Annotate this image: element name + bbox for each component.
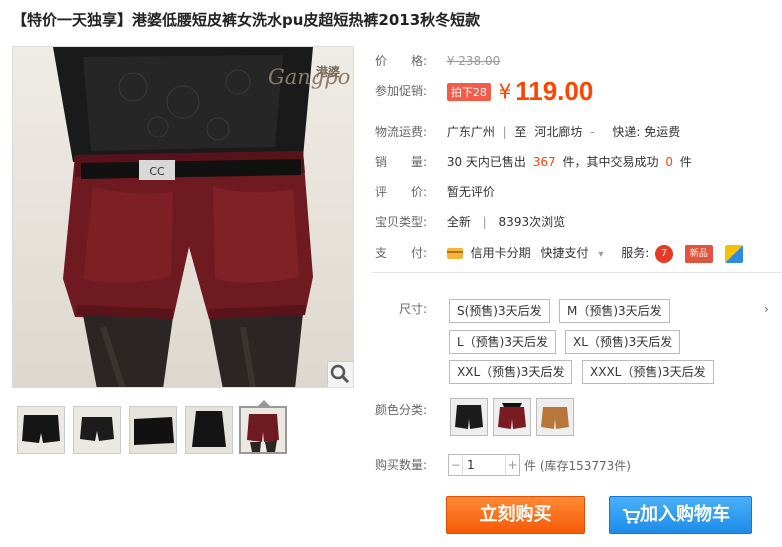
- credit-installment-link[interactable]: 信用卡分期: [471, 246, 531, 260]
- buy-now-button[interactable]: 立刻购买: [446, 496, 585, 534]
- ship-to-selector[interactable]: 河北廊坊: [534, 125, 582, 139]
- price-row: 价 格: ¥ 238.00: [375, 52, 500, 69]
- thumbnail-3[interactable]: [129, 406, 177, 454]
- sales-mid: 件，其中交易成功: [562, 155, 659, 169]
- size-option-m[interactable]: M（预售)3天后发: [559, 299, 670, 323]
- brand-name-cn: 港婆: [316, 65, 341, 79]
- ship-to-caret-icon[interactable]: -: [590, 125, 594, 139]
- payment-row: 支 付: 信用卡分期 快捷支付 ▾ 服务: 7 新品: [375, 244, 743, 263]
- credit-card-icon: [446, 248, 463, 259]
- ship-to-prefix: 至: [514, 125, 527, 139]
- sales-prefix: 30 天内已售出: [446, 155, 526, 169]
- guarantee-icon[interactable]: [724, 244, 743, 263]
- type-row: 宝贝类型: 全新 | 8393次浏览: [375, 213, 565, 230]
- thumbnail-1[interactable]: [17, 406, 65, 454]
- quantity-stepper: − +: [448, 454, 520, 476]
- ship-from: 广东广州: [446, 125, 495, 139]
- size-option-s[interactable]: S(预售)3天后发: [449, 299, 550, 323]
- currency-symbol: ¥: [498, 79, 512, 104]
- sales-row: 销 量: 30 天内已售出 367 件，其中交易成功 0 件: [375, 153, 692, 170]
- sales-suffix: 件: [679, 155, 692, 169]
- size-option-l[interactable]: L（预售)3天后发: [449, 330, 557, 354]
- thumbnail-2[interactable]: [73, 406, 121, 454]
- quantity-increase-button[interactable]: +: [505, 455, 519, 475]
- size-option-xxxl[interactable]: XXXL（预售)3天后发: [582, 360, 714, 384]
- main-product-image[interactable]: CC Gangpo 港婆: [12, 46, 354, 388]
- sold-count: 367: [532, 155, 556, 169]
- promo-badge: 拍下28: [446, 82, 491, 101]
- shipping-fee: 快递: 免运费: [612, 125, 681, 139]
- logistics-label: 物流运费:: [375, 125, 428, 139]
- quantity-label: 购买数量:: [375, 458, 428, 472]
- shopping-cart-icon: [623, 509, 640, 524]
- logistics-separator: |: [502, 125, 507, 139]
- original-price: ¥ 238.00: [446, 54, 501, 68]
- stock-info: 件 (库存153773件): [524, 459, 631, 473]
- color-label: 颜色分类:: [375, 403, 428, 417]
- magnifier-icon: [330, 364, 350, 384]
- color-swatch-wine-red[interactable]: [493, 398, 531, 436]
- sales-label: 销 量:: [375, 155, 428, 169]
- quick-pay-link[interactable]: 快捷支付: [541, 246, 589, 260]
- thumbnail-5-selected[interactable]: [239, 406, 287, 454]
- size-label: 尺寸:: [399, 302, 428, 316]
- success-count: 0: [665, 155, 673, 169]
- color-swatch-camel[interactable]: [536, 398, 574, 436]
- color-swatch-black[interactable]: [450, 398, 488, 436]
- section-divider: [372, 272, 782, 273]
- reviews-value: 暂无评价: [446, 185, 495, 199]
- promo-row: 参加促销: 拍下28 ¥ 119.00: [375, 76, 593, 107]
- add-to-cart-button[interactable]: 加入购物车: [609, 496, 752, 534]
- svg-text:CC: CC: [149, 165, 165, 178]
- promo-price: 119.00: [515, 76, 594, 106]
- view-count: 8393次浏览: [498, 215, 566, 229]
- promo-label: 参加促销:: [375, 84, 428, 98]
- service-label: 服务:: [621, 246, 650, 260]
- payment-label: 支 付:: [375, 246, 428, 260]
- seven-day-return-icon[interactable]: 7: [655, 244, 674, 263]
- quantity-input[interactable]: [465, 456, 505, 474]
- reviews-row: 评 价: 暂无评价: [375, 183, 495, 200]
- logistics-row: 物流运费: 广东广州 | 至 河北廊坊 - 快递: 免运费: [375, 123, 680, 140]
- size-option-xl[interactable]: XL（预售)3天后发: [565, 330, 681, 354]
- condition: 全新: [446, 215, 471, 229]
- quantity-decrease-button[interactable]: −: [449, 455, 463, 475]
- product-title: 【特价一天独享】港婆低腰短皮裤女洗水pu皮超短热裤2013秋冬短款: [12, 11, 481, 29]
- reviews-label: 评 价:: [375, 185, 428, 199]
- size-option-xxl[interactable]: XXL（预售)3天后发: [449, 360, 573, 384]
- type-label: 宝贝类型:: [375, 215, 428, 229]
- size-more-arrow-icon[interactable]: ›: [764, 302, 769, 316]
- add-to-cart-label: 加入购物车: [640, 504, 730, 525]
- thumbnail-4[interactable]: [185, 406, 233, 454]
- price-label: 价 格:: [375, 54, 428, 68]
- type-separator: |: [482, 215, 487, 229]
- quick-pay-dropdown-icon[interactable]: ▾: [598, 249, 603, 260]
- product-photo-illustration: CC: [53, 47, 313, 387]
- new-product-icon[interactable]: 新品: [684, 244, 713, 263]
- zoom-button[interactable]: [327, 361, 353, 387]
